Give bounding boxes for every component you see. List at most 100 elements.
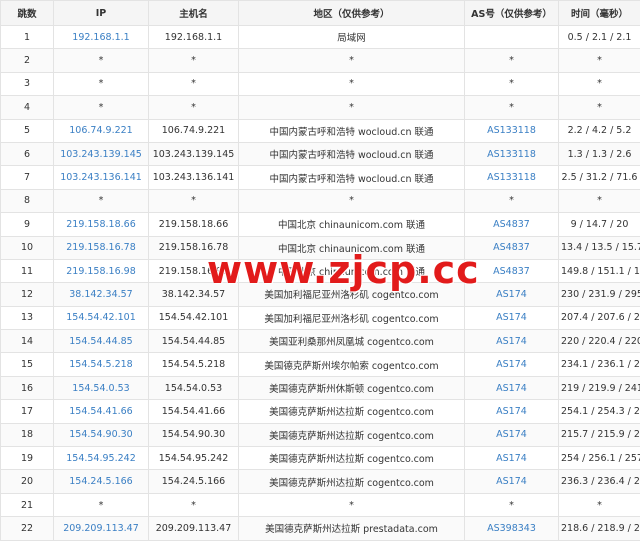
region-cell: *: [238, 71, 465, 97]
hostname-cell: *: [148, 95, 239, 120]
region-cell: 中国内蒙古呼和浩特 wocloud.cn 联通: [238, 141, 465, 167]
table-body: 1 192.168.1.1 192.168.1.1 局域网 0.5 / 2.1 / 2.…: [0, 24, 640, 541]
ip-link[interactable]: 219.158.16.98: [53, 258, 149, 284]
header-as: AS号（仅供参考）: [464, 0, 559, 26]
hostname-cell: *: [148, 188, 239, 214]
hostname-cell: 106.74.9.221: [148, 118, 239, 143]
as-link[interactable]: AS133118: [464, 118, 559, 143]
time-cell: 13.4 / 13.5 / 15.7: [558, 235, 640, 260]
region-cell: *: [238, 492, 465, 518]
time-cell: 218.6 / 218.9 / 250.4: [558, 516, 640, 541]
hop-cell: 19: [0, 446, 54, 471]
as-link[interactable]: AS174: [464, 399, 559, 424]
as-link: *: [464, 492, 559, 518]
as-link[interactable]: AS174: [464, 329, 559, 354]
hop-cell: 2: [0, 48, 54, 73]
table-row: 22 209.209.113.47 209.209.113.47 美国德克萨斯州达拉斯…: [0, 516, 640, 541]
as-link[interactable]: AS398343: [464, 516, 559, 541]
ip-link[interactable]: 219.158.16.78: [53, 235, 149, 260]
region-cell: 中国北京 chinaunicom.com 联通: [238, 258, 465, 284]
time-cell: 230 / 231.9 / 295.9: [558, 282, 640, 307]
ip-link[interactable]: 103.243.136.141: [53, 165, 149, 190]
region-cell: *: [238, 48, 465, 73]
hop-cell: 5: [0, 118, 54, 143]
ip-link[interactable]: 154.54.5.218: [53, 352, 149, 377]
header-region: 地区（仅供参考）: [238, 0, 465, 26]
as-link[interactable]: AS174: [464, 375, 559, 401]
as-link[interactable]: AS174: [464, 282, 559, 307]
ip-link[interactable]: 106.74.9.221: [53, 118, 149, 143]
as-link: *: [464, 95, 559, 120]
as-link[interactable]: AS4837: [464, 212, 559, 237]
ip-link[interactable]: 154.54.0.53: [53, 375, 149, 401]
ip-link[interactable]: 154.54.42.101: [53, 305, 149, 331]
time-cell: *: [558, 48, 640, 73]
table-row: 11 219.158.16.98 219.158.16.98 中国北京 chinaun…: [0, 258, 640, 284]
as-link: *: [464, 71, 559, 97]
region-cell: 美国亚利桑那州凤凰城 cogentco.com: [238, 329, 465, 354]
time-cell: *: [558, 95, 640, 120]
time-cell: 234.1 / 236.1 / 236.7: [558, 352, 640, 377]
ip-link[interactable]: 103.243.139.145: [53, 141, 149, 167]
traceroute-table: 跳数 IP 主机名 地区（仅供参考） AS号（仅供参考） 时间（毫秒） 1 192…: [0, 0, 640, 541]
hop-cell: 3: [0, 71, 54, 97]
hostname-cell: 154.54.41.66: [148, 399, 239, 424]
table-row: 4 * * * * *: [0, 95, 640, 120]
table-row: 10 219.158.16.78 219.158.16.78 中国北京 chinaun…: [0, 235, 640, 260]
hostname-cell: 209.209.113.47: [148, 516, 239, 541]
as-link[interactable]: AS174: [464, 422, 559, 448]
table-row: 9 219.158.18.66 219.158.18.66 中国北京 chinauni…: [0, 212, 640, 237]
hostname-cell: 154.54.42.101: [148, 305, 239, 331]
region-cell: 局域网: [238, 24, 465, 50]
table-row: 19 154.54.95.242 154.54.95.242 美国德克萨斯州达拉斯 c…: [0, 446, 640, 471]
as-link[interactable]: AS174: [464, 446, 559, 471]
header-time: 时间（毫秒）: [558, 0, 640, 26]
hop-cell: 9: [0, 212, 54, 237]
as-link[interactable]: AS133118: [464, 165, 559, 190]
time-cell: 219 / 219.9 / 241.5: [558, 375, 640, 401]
as-link[interactable]: AS4837: [464, 235, 559, 260]
time-cell: 236.3 / 236.4 / 239.9: [558, 469, 640, 494]
ip-link[interactable]: 38.142.34.57: [53, 282, 149, 307]
table-row: 1 192.168.1.1 192.168.1.1 局域网 0.5 / 2.1 / 2.…: [0, 24, 640, 50]
table-row: 7 103.243.136.141 103.243.136.141 中国内蒙古呼和浩特…: [0, 165, 640, 190]
hop-cell: 11: [0, 258, 54, 284]
region-cell: 美国德克萨斯州达拉斯 cogentco.com: [238, 399, 465, 424]
as-link[interactable]: AS133118: [464, 141, 559, 167]
hop-cell: 6: [0, 141, 54, 167]
ip-link[interactable]: 219.158.18.66: [53, 212, 149, 237]
ip-link[interactable]: 154.24.5.166: [53, 469, 149, 494]
table-row: 20 154.24.5.166 154.24.5.166 美国德克萨斯州达拉斯 cog…: [0, 469, 640, 494]
ip-link: *: [53, 71, 149, 97]
hop-cell: 17: [0, 399, 54, 424]
ip-link: *: [53, 48, 149, 73]
ip-link[interactable]: 154.54.44.85: [53, 329, 149, 354]
time-cell: 215.7 / 215.9 / 216.9: [558, 422, 640, 448]
as-link: [464, 24, 559, 50]
hop-cell: 14: [0, 329, 54, 354]
table-row: 16 154.54.0.53 154.54.0.53 美国德克萨斯州休斯顿 cogen…: [0, 375, 640, 401]
as-link[interactable]: AS174: [464, 469, 559, 494]
region-cell: 美国德克萨斯州达拉斯 prestadata.com: [238, 516, 465, 541]
ip-link[interactable]: 192.168.1.1: [53, 24, 149, 50]
region-cell: 中国内蒙古呼和浩特 wocloud.cn 联通: [238, 118, 465, 143]
table-header-row: 跳数 IP 主机名 地区（仅供参考） AS号（仅供参考） 时间（毫秒）: [0, 0, 640, 26]
ip-link[interactable]: 154.54.90.30: [53, 422, 149, 448]
time-cell: 2.2 / 4.2 / 5.2: [558, 118, 640, 143]
as-link[interactable]: AS4837: [464, 258, 559, 284]
as-link[interactable]: AS174: [464, 305, 559, 331]
ip-link[interactable]: 154.54.95.242: [53, 446, 149, 471]
ip-link[interactable]: 209.209.113.47: [53, 516, 149, 541]
as-link[interactable]: AS174: [464, 352, 559, 377]
hop-cell: 7: [0, 165, 54, 190]
table-row: 13 154.54.42.101 154.54.42.101 美国加利福尼亚州洛杉矶 …: [0, 305, 640, 331]
hostname-cell: 103.243.136.141: [148, 165, 239, 190]
hop-cell: 18: [0, 422, 54, 448]
ip-link[interactable]: 154.54.41.66: [53, 399, 149, 424]
ip-link: *: [53, 95, 149, 120]
hostname-cell: *: [148, 71, 239, 97]
hop-cell: 22: [0, 516, 54, 541]
hop-cell: 1: [0, 24, 54, 50]
region-cell: *: [238, 95, 465, 120]
hostname-cell: 103.243.139.145: [148, 141, 239, 167]
